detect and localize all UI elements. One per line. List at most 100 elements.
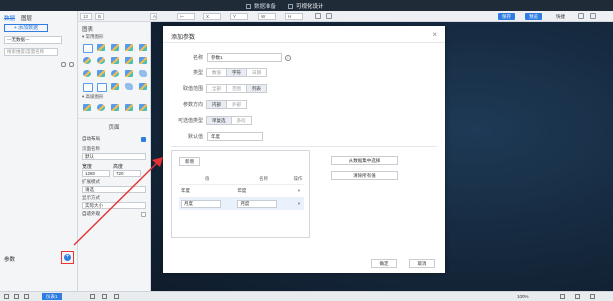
delete-page-icon[interactable] xyxy=(114,294,119,299)
font-size-select[interactable]: 12 xyxy=(80,13,92,20)
scatter-chart-icon[interactable] xyxy=(124,56,134,65)
delete-row-icon[interactable]: × xyxy=(291,196,304,210)
tab-layers[interactable]: 图层 xyxy=(21,14,32,22)
width-input[interactable]: 1280 xyxy=(82,170,110,177)
distribute-icon[interactable] xyxy=(326,13,332,19)
word-cloud-chart-icon[interactable] xyxy=(138,103,148,112)
tab-data[interactable]: 数据 xyxy=(4,14,16,22)
display-mode-select[interactable]: 实际大小 xyxy=(82,202,146,209)
waterfall-chart-icon[interactable] xyxy=(124,69,134,78)
range-option-list[interactable]: 列表 xyxy=(246,84,267,93)
table-chart-icon[interactable] xyxy=(82,43,93,53)
row-name[interactable]: 年度 xyxy=(235,183,292,197)
auto-layout-checkbox[interactable] xyxy=(141,136,146,142)
y-field[interactable]: Y xyxy=(230,13,248,20)
prev-page-icon[interactable] xyxy=(14,294,19,299)
from-dataset-button[interactable]: 从数据集中选择 xyxy=(331,156,398,165)
row-value-input[interactable]: 月度 xyxy=(181,199,221,208)
type-option-number[interactable]: 数值 xyxy=(206,68,227,77)
tab-visual-design[interactable]: 可视化设计 xyxy=(288,2,324,10)
page-tab[interactable]: 仪表1 xyxy=(42,293,62,300)
advanced-charts-label[interactable]: ▾ 高级图形 xyxy=(78,93,150,101)
line-chart-icon[interactable] xyxy=(124,43,134,52)
info-icon[interactable]: i xyxy=(285,54,291,61)
gauge-chart-icon[interactable] xyxy=(82,69,92,78)
cancel-button[interactable]: 取消 xyxy=(409,259,435,268)
table-row[interactable]: 月度 月度 × xyxy=(179,196,304,210)
direction-option-external[interactable]: 外部 xyxy=(226,100,247,109)
param-name-input[interactable]: 参数1 xyxy=(207,53,282,62)
sunburst-chart-icon[interactable] xyxy=(124,103,134,112)
field-search-input[interactable]: 搜索维度/度量名称 xyxy=(4,48,58,56)
dataset-select[interactable]: ---无数据--- xyxy=(4,36,62,44)
tree-chart-icon[interactable] xyxy=(138,82,148,91)
close-icon[interactable]: × xyxy=(432,30,437,39)
settings-icon[interactable] xyxy=(578,13,584,19)
next-page-icon[interactable] xyxy=(24,294,29,299)
area-chart-icon[interactable] xyxy=(138,43,148,52)
align-icon[interactable] xyxy=(315,13,321,19)
column-chart-icon[interactable] xyxy=(110,43,120,52)
fit-page-icon[interactable] xyxy=(575,294,580,299)
kpi-chart-icon[interactable] xyxy=(110,82,120,91)
x-field[interactable]: X xyxy=(203,13,221,20)
donut-chart-icon[interactable] xyxy=(96,56,106,65)
heatmap-chart-icon[interactable] xyxy=(124,82,134,91)
w-field[interactable]: W xyxy=(258,13,276,20)
radar-chart-icon[interactable] xyxy=(110,56,120,65)
combo-chart-icon[interactable] xyxy=(138,56,148,65)
sankey-chart-icon[interactable] xyxy=(82,103,92,112)
font-color-button[interactable]: A xyxy=(150,13,157,20)
table-row[interactable]: 年度 年度 × xyxy=(179,183,304,197)
direction-option-internal[interactable]: 内部 xyxy=(206,100,227,109)
clear-all-button[interactable]: 清除所有值 xyxy=(331,171,398,180)
fullscreen-icon[interactable] xyxy=(590,294,595,299)
data-panel: 数据 图层 + 添加数据 ---无数据--- 搜索维度/度量名称 参数 + xyxy=(0,11,78,291)
zoom-level[interactable]: 100% xyxy=(517,293,529,300)
direction-label: 参数方向 xyxy=(182,102,203,108)
funnel-chart-icon[interactable] xyxy=(96,69,106,78)
valuetype-option-multi[interactable]: 多问 xyxy=(230,116,252,125)
h-field[interactable]: H xyxy=(285,13,303,20)
ok-button[interactable]: 确定 xyxy=(371,259,397,268)
expand-mode-select[interactable]: 请选 xyxy=(82,186,146,193)
type-option-string[interactable]: 字符 xyxy=(226,68,247,77)
valuetype-option-single[interactable]: 单复选 xyxy=(206,116,232,125)
range-option-range[interactable]: 范围 xyxy=(226,84,247,93)
tab-data-prep[interactable]: 数据准备 xyxy=(246,2,276,10)
type-option-date[interactable]: 日期 xyxy=(246,68,267,77)
common-charts-label[interactable]: ▾ 常用图形 xyxy=(78,33,150,41)
plus-icon[interactable]: + xyxy=(64,254,71,261)
h-align-button[interactable]: ⊢ xyxy=(177,13,195,20)
pie-chart-icon[interactable] xyxy=(82,56,92,65)
bold-button[interactable]: B xyxy=(95,13,104,20)
menu-icon[interactable] xyxy=(4,294,9,299)
adapt-checkbox[interactable] xyxy=(141,211,146,217)
bar-chart-icon[interactable] xyxy=(96,43,106,52)
add-dataset-button[interactable]: + 添加数据 xyxy=(4,24,48,32)
shortcut-menu[interactable]: 快捷 xyxy=(556,13,565,20)
help-icon[interactable] xyxy=(590,13,596,19)
map-chart-icon[interactable] xyxy=(138,69,148,78)
text-chart-icon[interactable] xyxy=(82,82,93,92)
range-option-all[interactable]: 全部 xyxy=(206,84,227,93)
height-input[interactable]: 720 xyxy=(113,170,141,177)
copy-page-icon[interactable] xyxy=(102,294,107,299)
refresh-icon[interactable] xyxy=(69,62,74,67)
fit-width-icon[interactable] xyxy=(560,294,565,299)
filter-icon[interactable] xyxy=(61,62,66,67)
save-button[interactable]: 保存 xyxy=(498,13,515,20)
row-value[interactable]: 年度 xyxy=(179,183,236,197)
ring-chart-icon[interactable] xyxy=(110,69,120,78)
rose-chart-icon[interactable] xyxy=(110,103,120,112)
delete-row-icon[interactable]: × xyxy=(291,183,304,197)
preview-button[interactable]: 预览 xyxy=(525,13,542,20)
row-name-input[interactable]: 月度 xyxy=(237,199,278,208)
default-label: 默认值 xyxy=(187,134,203,140)
default-value-input[interactable]: 年度 xyxy=(207,132,263,141)
image-chart-icon[interactable] xyxy=(96,82,107,92)
add-page-icon[interactable] xyxy=(90,294,95,299)
bubble-chart-icon[interactable] xyxy=(96,103,106,112)
new-value-button[interactable]: 新增 xyxy=(179,157,200,166)
page-name-input[interactable]: 默认 xyxy=(82,153,146,160)
